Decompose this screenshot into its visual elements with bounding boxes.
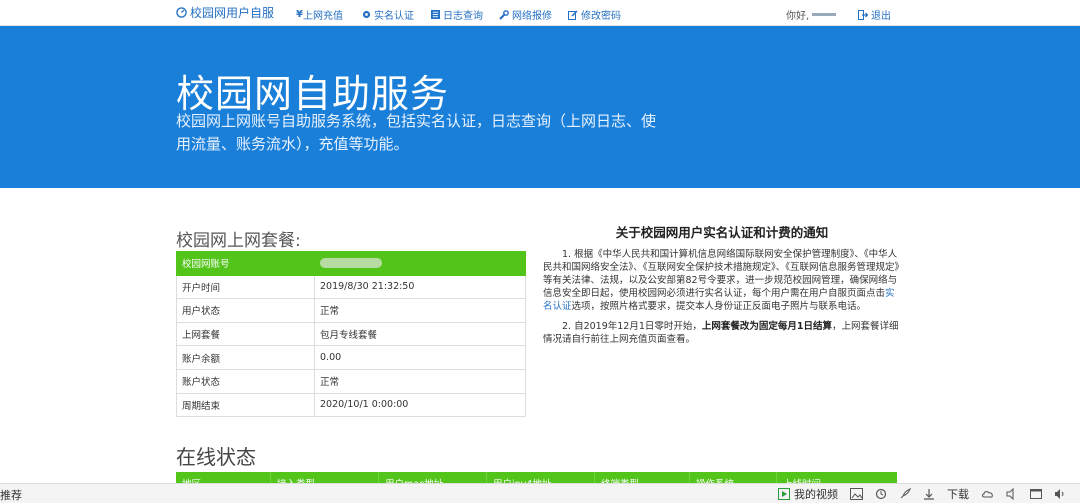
row-value: 正常 (314, 298, 526, 323)
nav-logs-label: 日志查询 (443, 11, 483, 22)
my-video-button[interactable]: 我的视频 (778, 486, 838, 502)
row-key: 账户余额 (176, 345, 315, 370)
nav-repair[interactable]: 网络报修 (499, 7, 552, 22)
row-key: 账户状态 (176, 368, 315, 394)
nav-recharge[interactable]: ¥ 上网充值 (296, 7, 343, 22)
account-value (314, 251, 526, 276)
row-key: 开户时间 (176, 274, 315, 300)
rocket-icon[interactable] (899, 488, 911, 500)
logout-icon (858, 9, 868, 20)
nav-logout[interactable]: 退出 (858, 7, 891, 22)
table-row: 用户状态 正常 (176, 298, 526, 323)
notice-p1-text-end: 选项，按照片格式要求，提交本人身份证正反面电子照片与联系电话。 (571, 301, 867, 312)
bottom-toolbar: 我的视频 下载 (778, 486, 1066, 502)
nav-brand-label: 校园网用户自服 (190, 6, 275, 20)
yen-icon: ¥ (296, 9, 303, 20)
notice-p2-bold: 上网套餐改为固定每月1日结算 (701, 321, 833, 332)
notice-p2-text: 2. 自2019年12月1日零时开始， (562, 321, 702, 332)
table-row: 周期结束 2020/10/1 0:00:00 (176, 392, 526, 418)
package-table: 校园网账号 开户时间 2019/8/30 21:32:50 用户状态 正常 上网… (176, 251, 526, 418)
table-row: 开户时间 2019/8/30 21:32:50 (176, 274, 526, 300)
row-value: 正常 (314, 368, 526, 394)
my-video-label: 我的视频 (794, 488, 838, 501)
row-value: 2019/8/30 21:32:50 (314, 274, 526, 300)
online-title: 在线状态 (176, 445, 256, 469)
username-redacted (812, 13, 837, 16)
nav-brand[interactable]: 校园网用户自服 (176, 4, 274, 21)
row-key: 用户状态 (176, 298, 315, 323)
dashboard-icon (176, 7, 187, 18)
nav-recharge-label: 上网充值 (302, 11, 343, 22)
window-icon[interactable] (1030, 488, 1042, 500)
row-key: 校园网账号 (176, 251, 315, 276)
refresh-icon[interactable] (875, 488, 887, 500)
notice-paragraph-2: 2. 自2019年12月1日零时开始，上网套餐改为固定每月1日结算，上网套餐详细… (543, 320, 901, 346)
logout-label: 退出 (871, 11, 891, 22)
notice-title: 关于校园网用户实名认证和计费的通知 (615, 225, 829, 240)
row-value: 包月专线套餐 (314, 321, 526, 347)
download-arrow-icon[interactable] (923, 488, 935, 500)
notice-paragraph-1: 1. 根据《中华人民共和国计算机信息网络国际联网安全保护管理制度》、《中华人民共… (543, 248, 901, 313)
row-key: 上网套餐 (176, 321, 315, 347)
cloud-icon[interactable] (981, 488, 994, 500)
wrench-icon (499, 9, 509, 20)
browser-bottom-bar: 推荐 我的视频 下载 (0, 483, 1080, 503)
play-icon (778, 488, 790, 500)
nav-password[interactable]: 修改密码 (568, 7, 621, 22)
nav-greeting: 你好, (786, 7, 837, 22)
row-key: 周期结束 (176, 392, 315, 418)
top-navbar: 校园网用户自服 ¥ 上网充值 实名认证 日志查询 网络报修 修改密码 你好, 退… (0, 0, 1080, 26)
download-label[interactable]: 下载 (947, 486, 969, 502)
nav-password-label: 修改密码 (581, 11, 621, 22)
table-row: 账户状态 正常 (176, 368, 526, 394)
volume-icon[interactable] (1054, 488, 1066, 500)
notice-p1-text: 1. 根据《中华人民共和国计算机信息网络国际联网安全保护管理制度》、《中华人民共… (543, 249, 900, 299)
hero-description: 校园网上网账号自助服务系统，包括实名认证，日志查询（上网日志、使用流量、账务流水… (176, 112, 657, 153)
nav-realname-label: 实名认证 (374, 11, 414, 22)
hero-banner: 校园网自助服务 校园网上网账号自助服务系统，包括实名认证，日志查询（上网日志、使… (0, 26, 1080, 188)
redacted-account (320, 258, 382, 269)
nav-realname[interactable]: 实名认证 (362, 7, 414, 22)
nav-logs[interactable]: 日志查询 (431, 7, 483, 22)
greeting-label: 你好, (786, 11, 810, 22)
gear-icon (362, 10, 371, 19)
image-icon[interactable] (850, 488, 863, 500)
list-icon (431, 10, 440, 19)
package-title: 校园网上网套餐: (176, 231, 301, 251)
notice-panel: 关于校园网用户实名认证和计费的通知 1. 根据《中华人民共和国计算机信息网络国际… (543, 226, 901, 353)
edit-icon (568, 9, 578, 20)
table-row: 上网套餐 包月专线套餐 (176, 321, 526, 347)
row-value: 2020/10/1 0:00:00 (314, 392, 526, 418)
nav-repair-label: 网络报修 (512, 11, 552, 22)
sound-icon[interactable] (1006, 488, 1018, 500)
table-row: 校园网账号 (176, 251, 526, 276)
table-row: 账户余额 0.00 (176, 345, 526, 370)
row-value: 0.00 (314, 345, 526, 370)
recommend-label[interactable]: 推荐 (0, 487, 22, 503)
